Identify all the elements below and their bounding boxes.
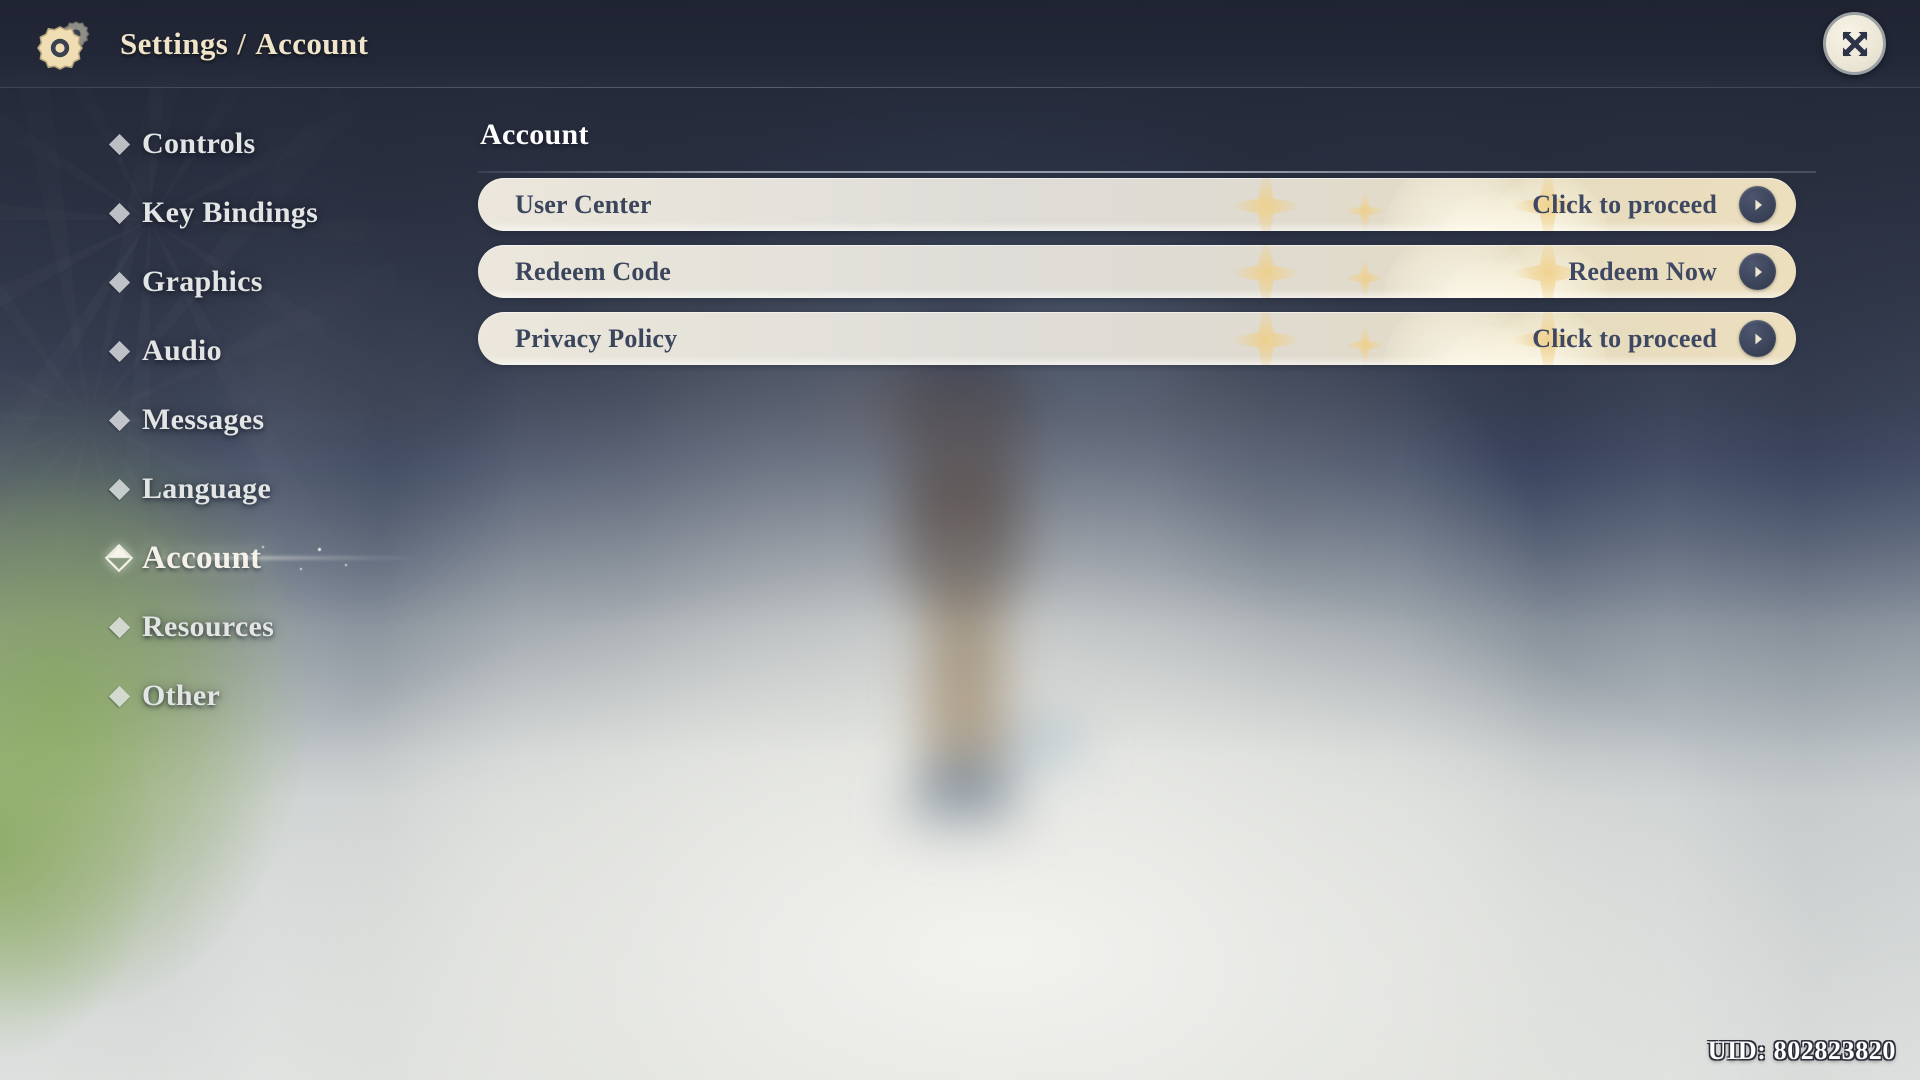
sidebar-item-graphics[interactable]: Graphics	[0, 258, 400, 306]
option-row-action-group: Click to proceed	[1532, 320, 1776, 357]
settings-sidebar: Controls Key Bindings Graphics Audio Message…	[0, 120, 400, 741]
sparkle-icon	[345, 564, 347, 566]
option-row-label: User Center	[515, 189, 652, 219]
gear-icon	[34, 12, 98, 76]
sidebar-item-label: Controls	[142, 127, 256, 160]
page-title: Account	[480, 118, 589, 151]
diamond-bullet-icon	[108, 478, 131, 500]
sidebar-item-label: Language	[142, 472, 272, 505]
sidebar-item-controls[interactable]: Controls	[0, 120, 400, 168]
uid-label: UID: 802823820	[1707, 1036, 1896, 1065]
chevron-right-icon[interactable]	[1739, 253, 1776, 290]
diamond-bullet-icon	[108, 409, 131, 431]
sidebar-item-label: Key Bindings	[142, 196, 319, 229]
divider	[478, 171, 1816, 173]
diamond-bullet-icon	[104, 543, 134, 573]
option-row-action-label[interactable]: Click to proceed	[1532, 324, 1717, 354]
diamond-bullet-icon	[108, 340, 131, 362]
sidebar-item-key-bindings[interactable]: Key Bindings	[0, 189, 400, 237]
sidebar-item-label: Resources	[142, 610, 275, 643]
option-row-label: Redeem Code	[515, 256, 671, 286]
sidebar-item-label: Other	[142, 679, 221, 712]
sparkle-star-icon	[1338, 318, 1392, 365]
breadcrumb-current: Account	[255, 26, 369, 61]
account-panel: Account User Center Click to proceed Redee…	[478, 118, 1816, 379]
header-bar: Settings / Account	[0, 0, 1920, 88]
close-icon	[1841, 30, 1868, 57]
option-row-redeem-code[interactable]: Redeem Code Redeem Now	[478, 245, 1796, 298]
option-row-action-label[interactable]: Redeem Now	[1568, 257, 1717, 287]
sidebar-item-language[interactable]: Language	[0, 465, 400, 513]
option-row-privacy-policy[interactable]: Privacy Policy Click to proceed	[478, 312, 1796, 365]
settings-screen: Settings / Account Controls Key Bindings G…	[0, 0, 1920, 1080]
breadcrumb-root[interactable]: Settings	[120, 26, 228, 62]
option-row-action-group: Click to proceed	[1532, 186, 1776, 223]
option-row-action-group: Redeem Now	[1568, 253, 1776, 290]
row-glow	[1383, 312, 1533, 365]
sidebar-item-resources[interactable]: Resources	[0, 603, 400, 651]
option-row-list: User Center Click to proceed Redeem Code Re…	[478, 178, 1816, 365]
sparkle-star-icon	[1218, 178, 1314, 231]
sparkle-star-icon	[1338, 184, 1392, 231]
row-glow	[1438, 259, 1548, 298]
row-glow	[1383, 178, 1533, 231]
sidebar-item-audio[interactable]: Audio	[0, 327, 400, 375]
sidebar-item-label: Account	[142, 539, 262, 576]
close-button[interactable]	[1823, 12, 1886, 75]
diamond-bullet-icon	[108, 133, 131, 155]
breadcrumb-separator: /	[237, 26, 247, 61]
sidebar-item-messages[interactable]: Messages	[0, 396, 400, 444]
chevron-right-icon[interactable]	[1739, 320, 1776, 357]
sparkle-icon	[300, 568, 302, 570]
diamond-bullet-icon	[108, 685, 131, 707]
sidebar-item-account[interactable]: Account	[0, 534, 400, 582]
sidebar-item-label: Messages	[142, 403, 265, 436]
sparkle-star-icon	[1338, 251, 1392, 298]
option-row-action-label[interactable]: Click to proceed	[1532, 190, 1717, 220]
diamond-bullet-icon	[108, 202, 131, 224]
option-row-label: Privacy Policy	[515, 323, 678, 353]
option-row-user-center[interactable]: User Center Click to proceed	[478, 178, 1796, 231]
diamond-bullet-icon	[108, 616, 131, 638]
sparkle-icon	[262, 546, 264, 548]
diamond-bullet-icon	[108, 271, 131, 293]
sparkle-star-icon	[1218, 312, 1314, 365]
sidebar-item-label: Audio	[142, 334, 222, 367]
chevron-right-icon[interactable]	[1739, 186, 1776, 223]
sparkle-icon	[318, 548, 321, 551]
row-glow	[1383, 245, 1533, 298]
sparkle-star-icon	[1218, 245, 1314, 298]
breadcrumb: Settings / Account	[120, 26, 368, 62]
sidebar-item-label: Graphics	[142, 265, 263, 298]
sidebar-item-other[interactable]: Other	[0, 672, 400, 720]
